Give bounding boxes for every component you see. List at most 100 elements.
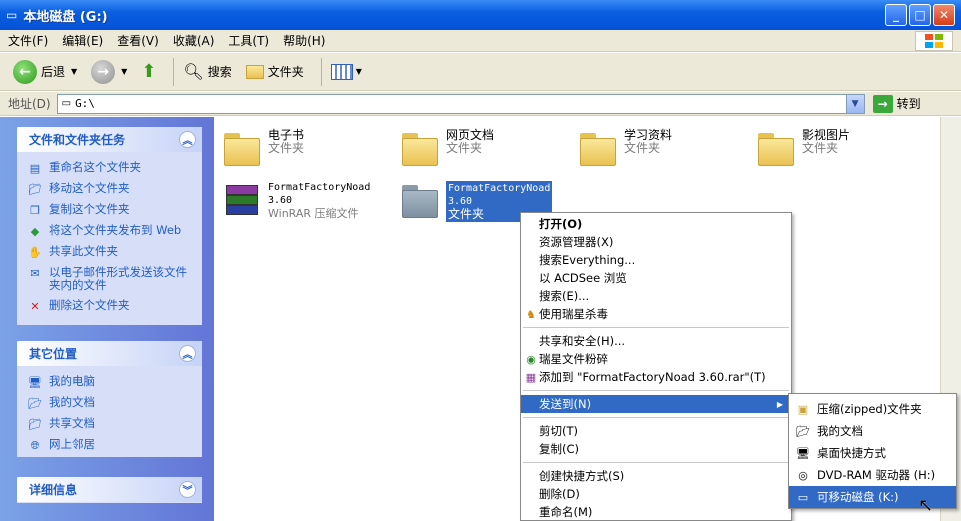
collapse-icon[interactable]: ︽	[179, 345, 196, 362]
other-places-panel: 其它位置 ︽ 🖥︎ 我的电脑 📂︎ 我的文档 📁︎ 共享文档 🌐︎ 网上邻居	[17, 341, 202, 457]
place-network[interactable]: 🌐︎ 网上邻居	[27, 438, 196, 452]
place-my-documents[interactable]: 📂︎ 我的文档	[27, 396, 196, 410]
computer-icon: 🖥︎	[28, 375, 42, 389]
place-my-computer[interactable]: 🖥︎ 我的电脑	[27, 375, 196, 389]
menu-acdsee[interactable]: 以 ACDSee 浏览	[521, 269, 791, 287]
file-item[interactable]: FormatFactoryNoad 3.60 WinRAR 压缩文件	[222, 181, 378, 220]
menu-rename[interactable]: 重命名(M)	[521, 503, 791, 521]
back-arrow-icon: ←	[13, 59, 37, 84]
menu-rising-scan[interactable]: ♞ 使用瑞星杀毒	[521, 305, 791, 323]
rename-icon: ▤	[29, 161, 41, 175]
collapse-icon[interactable]: ︽	[179, 131, 196, 148]
folder-icon	[222, 129, 262, 167]
zip-folder-icon: ▣	[797, 402, 809, 416]
folder-icon	[578, 129, 618, 167]
forward-button[interactable]: → ▼	[88, 57, 130, 87]
copy-icon: ❐	[30, 203, 40, 217]
task-copy[interactable]: ❐ 复制这个文件夹	[27, 203, 196, 217]
menu-file[interactable]: 文件(F)	[8, 32, 48, 49]
views-icon	[330, 63, 353, 80]
file-item[interactable]: 网页文档 文件夹	[400, 129, 494, 167]
file-item[interactable]: 电子书 文件夹	[222, 129, 304, 167]
menu-send-to[interactable]: 发送到(N) ▶	[521, 395, 791, 413]
menu-separator	[523, 327, 789, 328]
place-shared-documents[interactable]: 📁︎ 共享文档	[27, 417, 196, 431]
folder-icon	[400, 181, 440, 219]
chevron-down-icon[interactable]: ▼	[71, 67, 77, 76]
sendto-dvd-ram[interactable]: ◎ DVD-RAM 驱动器 (H:)	[789, 464, 956, 486]
details-header[interactable]: 详细信息 ︾	[17, 477, 202, 502]
expand-icon[interactable]: ︾	[179, 481, 196, 498]
search-icon: 🔍︎	[183, 62, 204, 81]
menu-open[interactable]: 打开(O)	[521, 215, 791, 233]
file-tasks-panel: 文件和文件夹任务 ︽ ▤ 重命名这个文件夹 📁︎ 移动这个文件夹 ❐ 复制这个文件夹 …	[17, 127, 202, 325]
up-button[interactable]: ⬆	[138, 57, 159, 87]
forward-arrow-icon: →	[91, 59, 116, 84]
menu-separator	[523, 417, 789, 418]
web-publish-icon: ◆	[30, 224, 40, 238]
folder-icon	[400, 129, 440, 167]
menu-edit[interactable]: 编辑(E)	[62, 32, 103, 49]
task-email[interactable]: ✉ 以电子邮件形式发送该文件夹内的文件	[27, 266, 196, 292]
sendto-zip[interactable]: ▣ 压缩(zipped)文件夹	[789, 398, 956, 420]
menu-copy[interactable]: 复制(C)	[521, 440, 791, 458]
go-button[interactable]: → 转到	[872, 94, 921, 113]
folders-button[interactable]: 文件夹	[243, 57, 307, 87]
menu-separator	[523, 462, 789, 463]
sendto-my-documents[interactable]: 📂︎ 我的文档	[789, 420, 956, 442]
email-icon: ✉	[30, 266, 40, 280]
close-button[interactable]: ✕	[933, 4, 955, 26]
chevron-down-icon[interactable]: ▼	[121, 67, 127, 76]
file-tasks-header[interactable]: 文件和文件夹任务 ︽	[17, 127, 202, 152]
search-label: 搜索	[207, 65, 232, 79]
folders-icon	[245, 64, 264, 79]
menu-tools[interactable]: 工具(T)	[228, 32, 269, 49]
go-label: 转到	[896, 97, 921, 111]
folders-label: 文件夹	[267, 65, 304, 79]
task-share[interactable]: ✋ 共享此文件夹	[27, 245, 196, 259]
minimize-button[interactable]: _	[885, 4, 907, 26]
task-delete[interactable]: ✕ 删除这个文件夹	[27, 299, 196, 313]
file-type: 文件夹	[802, 141, 839, 155]
task-rename[interactable]: ▤ 重命名这个文件夹	[27, 161, 196, 175]
search-button[interactable]: 🔍︎ 搜索	[180, 57, 234, 87]
menu-cut[interactable]: 剪切(T)	[521, 422, 791, 440]
back-label: 后退	[41, 65, 66, 79]
documents-icon: 📂︎	[28, 396, 42, 410]
documents-icon: 📂︎	[796, 424, 810, 438]
title-bar[interactable]: ▭ 本地磁盘 (G:) _ □ ✕	[0, 0, 961, 30]
maximize-button[interactable]: □	[909, 4, 931, 26]
file-name: FormatFactoryNoad 3.60	[268, 182, 371, 206]
task-publish-web[interactable]: ◆ 将这个文件夹发布到 Web	[27, 224, 196, 238]
menu-add-to-archive[interactable]: ▦ 添加到 "FormatFactoryNoad 3.60.rar"(T)	[521, 368, 791, 386]
task-pane: 文件和文件夹任务 ︽ ▤ 重命名这个文件夹 📁︎ 移动这个文件夹 ❐ 复制这个文件夹 …	[0, 117, 214, 521]
menu-help[interactable]: 帮助(H)	[283, 32, 325, 49]
menu-favorites[interactable]: 收藏(A)	[173, 32, 215, 49]
other-places-title: 其它位置	[29, 347, 78, 361]
folder-icon	[756, 129, 796, 167]
menu-create-shortcut[interactable]: 创建快捷方式(S)	[521, 467, 791, 485]
menu-view[interactable]: 查看(V)	[117, 32, 159, 49]
drive-icon: ▭	[6, 8, 18, 22]
address-input[interactable]: ▭ G:\ ▼	[56, 93, 865, 114]
menu-sharing[interactable]: 共享和安全(H)...	[521, 332, 791, 350]
menu-delete[interactable]: 删除(D)	[521, 485, 791, 503]
shredder-icon: ◉	[526, 352, 536, 366]
address-label: 地址(D)	[8, 97, 51, 111]
menu-rising-shred[interactable]: ◉ 瑞星文件粉碎	[521, 350, 791, 368]
menu-explorer[interactable]: 资源管理器(X)	[521, 233, 791, 251]
views-button[interactable]: ▼	[328, 57, 365, 87]
back-button[interactable]: ← 后退 ▼	[10, 57, 80, 87]
file-item[interactable]: 影视图片 文件夹	[756, 129, 850, 167]
dvd-drive-icon: ◎	[798, 468, 808, 482]
other-places-header[interactable]: 其它位置 ︽	[17, 341, 202, 366]
menu-separator	[523, 390, 789, 391]
chevron-down-icon[interactable]: ▼	[845, 94, 864, 113]
menu-search[interactable]: 搜索(E)...	[521, 287, 791, 305]
file-item[interactable]: 学习资料 文件夹	[578, 129, 672, 167]
menu-search-everything[interactable]: 搜索Everything...	[521, 251, 791, 269]
details-title: 详细信息	[29, 483, 78, 497]
task-move[interactable]: 📁︎ 移动这个文件夹	[27, 182, 196, 196]
sendto-desktop[interactable]: 🖥︎ 桌面快捷方式	[789, 442, 956, 464]
network-icon: 🌐︎	[30, 438, 40, 452]
